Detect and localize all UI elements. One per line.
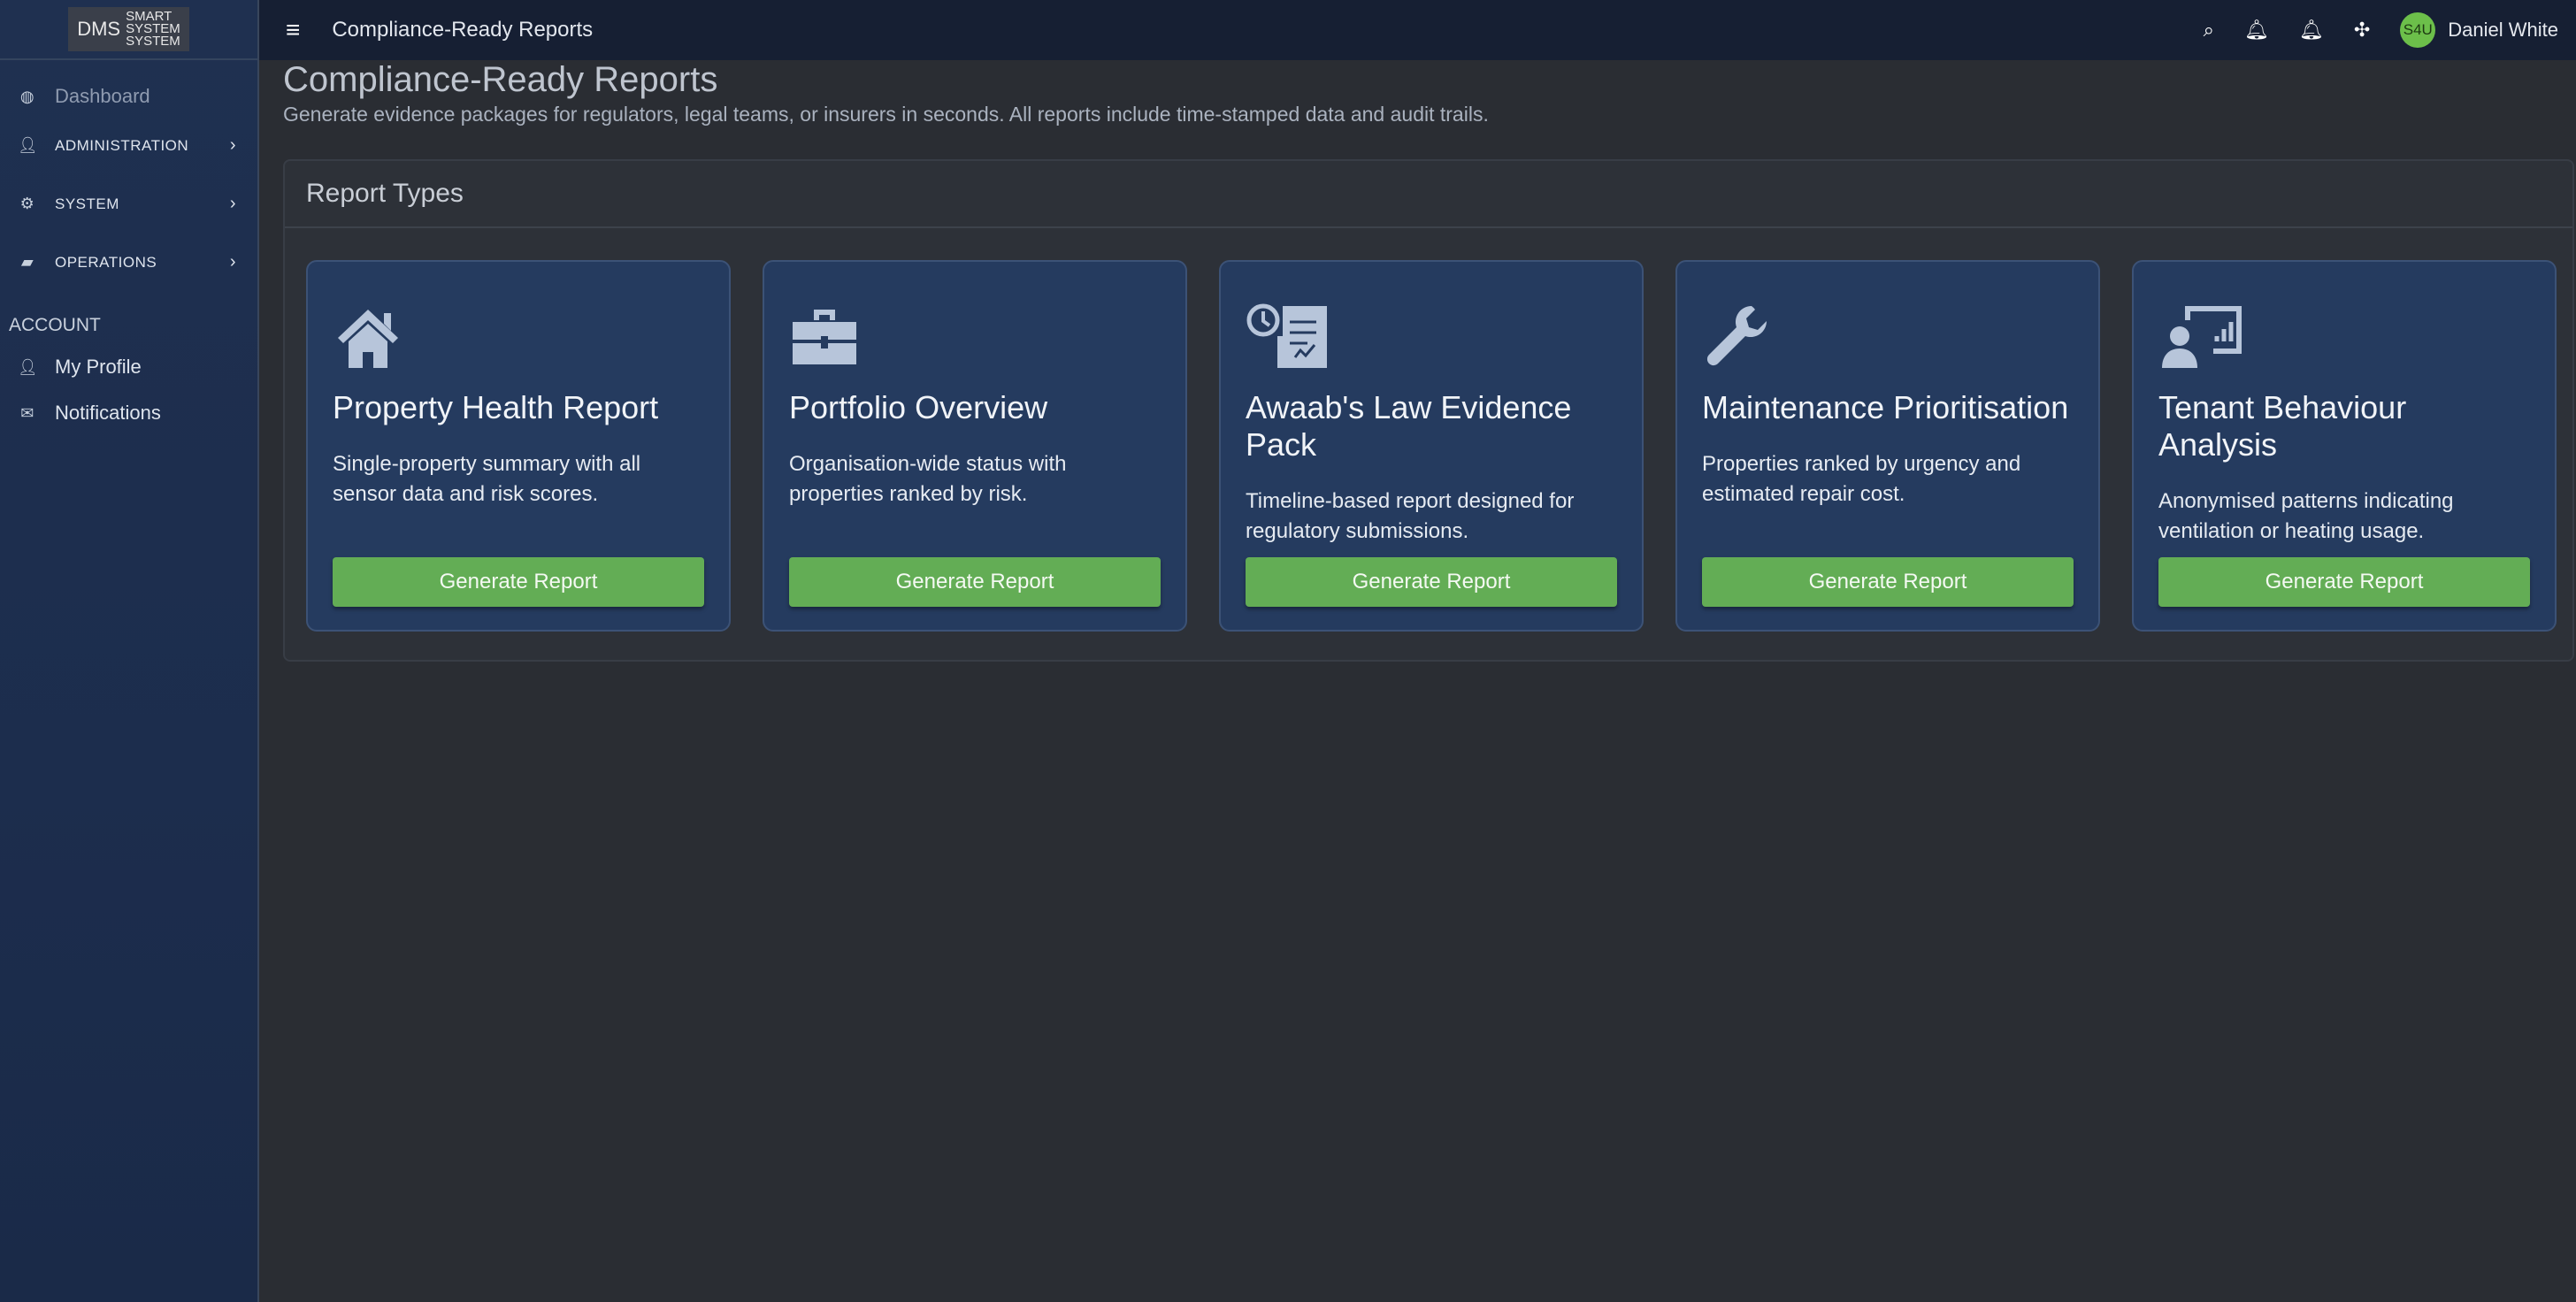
- bell-icon[interactable]: 🔔︎: [2299, 19, 2324, 42]
- chevron-right-icon: ›: [230, 135, 236, 156]
- apps-icon[interactable]: ✣: [2354, 19, 2370, 42]
- generate-report-button[interactable]: Generate Report: [1246, 557, 1617, 607]
- user-name[interactable]: Daniel White: [2448, 19, 2558, 42]
- sidebar-item-label: OPERATIONS: [55, 254, 157, 272]
- envelope-icon: ✉: [18, 404, 37, 423]
- panel-title: Report Types: [285, 161, 2572, 228]
- dashboard-icon: ◍: [18, 88, 37, 106]
- sidebar-item-system[interactable]: ⚙ SYSTEM ›: [18, 194, 236, 214]
- card-description: Single-property summary with all sensor …: [333, 449, 704, 522]
- page-title: Compliance-Ready Reports: [283, 60, 717, 100]
- card-description: Organisation-wide status with properties…: [789, 449, 1161, 522]
- house-icon: [333, 301, 403, 371]
- gears-icon: ⚙: [18, 195, 37, 213]
- card-description: Properties ranked by urgency and estimat…: [1702, 449, 2074, 522]
- search-icon[interactable]: ⌕: [2204, 19, 2214, 42]
- card-title: Awaab's Law Evidence Pack: [1246, 389, 1617, 463]
- sidebar-item-my-profile[interactable]: 👤︎ My Profile: [18, 356, 236, 379]
- generate-report-button[interactable]: Generate Report: [789, 557, 1161, 607]
- logo-word: SYSTEM: [126, 34, 180, 49]
- page-subtitle: Generate evidence packages for regulator…: [283, 103, 1489, 126]
- report-card-awaabs-law: Awaab's Law Evidence Pack Timeline-based…: [1219, 260, 1644, 632]
- sidebar-item-operations[interactable]: ▰ OPERATIONS ›: [18, 252, 236, 272]
- account-heading: ACCOUNT: [9, 315, 101, 336]
- user-chart-icon: [2158, 301, 2247, 371]
- sidebar: DMS SMARTSYSTEMSYSTEM ◍ Dashboard 👤︎ ADM…: [0, 0, 259, 1302]
- report-card-property-health: Property Health Report Single-property s…: [306, 260, 731, 632]
- sidebar-item-administration[interactable]: 👤︎ ADMINISTRATION ›: [18, 135, 236, 156]
- topbar-title: Compliance-Ready Reports: [332, 18, 593, 42]
- bell-icon[interactable]: 🔔︎: [2244, 19, 2269, 42]
- wrench-icon: [1702, 301, 1773, 371]
- sidebar-item-label: Notifications: [55, 402, 161, 425]
- card-title: Maintenance Prioritisation: [1702, 389, 2074, 426]
- generate-report-button[interactable]: Generate Report: [333, 557, 704, 607]
- report-card-maintenance: Maintenance Prioritisation Properties ra…: [1675, 260, 2100, 632]
- logo-abbr: DMS: [77, 18, 120, 41]
- generate-report-button[interactable]: Generate Report: [2158, 557, 2530, 607]
- logo[interactable]: DMS SMARTSYSTEMSYSTEM: [0, 0, 257, 60]
- card-title: Portfolio Overview: [789, 389, 1161, 426]
- toolbox-icon: ▰: [18, 253, 37, 272]
- report-card-portfolio-overview: Portfolio Overview Organisation-wide sta…: [763, 260, 1187, 632]
- menu-toggle-icon[interactable]: ≡: [286, 16, 300, 44]
- generate-report-button[interactable]: Generate Report: [1702, 557, 2074, 607]
- clock-document-icon: [1246, 301, 1343, 371]
- sidebar-item-label: My Profile: [55, 356, 142, 379]
- user-cog-icon: 👤︎: [18, 358, 37, 377]
- chevron-right-icon: ›: [230, 252, 236, 272]
- card-title: Tenant Behaviour Analysis: [2158, 389, 2530, 463]
- report-types-panel: Report Types Property Health Report Sing…: [283, 159, 2574, 662]
- sidebar-item-label: ADMINISTRATION: [55, 137, 188, 155]
- card-description: Anonymised patterns indicating ventilati…: [2158, 486, 2530, 559]
- sidebar-item-dashboard[interactable]: ◍ Dashboard: [18, 85, 236, 108]
- briefcase-icon: [789, 301, 860, 371]
- sidebar-item-notifications[interactable]: ✉ Notifications: [18, 402, 236, 425]
- avatar[interactable]: S4U: [2400, 12, 2435, 48]
- card-description: Timeline-based report designed for regul…: [1246, 486, 1617, 559]
- user-icon: 👤︎: [18, 136, 37, 155]
- sidebar-item-label: SYSTEM: [55, 195, 119, 213]
- sidebar-item-label: Dashboard: [55, 85, 150, 108]
- topbar: ≡ Compliance-Ready Reports ⌕ 🔔︎ 🔔︎ ✣ S4U…: [259, 0, 2576, 60]
- chevron-right-icon: ›: [230, 194, 236, 214]
- report-card-tenant-behaviour: Tenant Behaviour Analysis Anonymised pat…: [2132, 260, 2557, 632]
- card-title: Property Health Report: [333, 389, 704, 426]
